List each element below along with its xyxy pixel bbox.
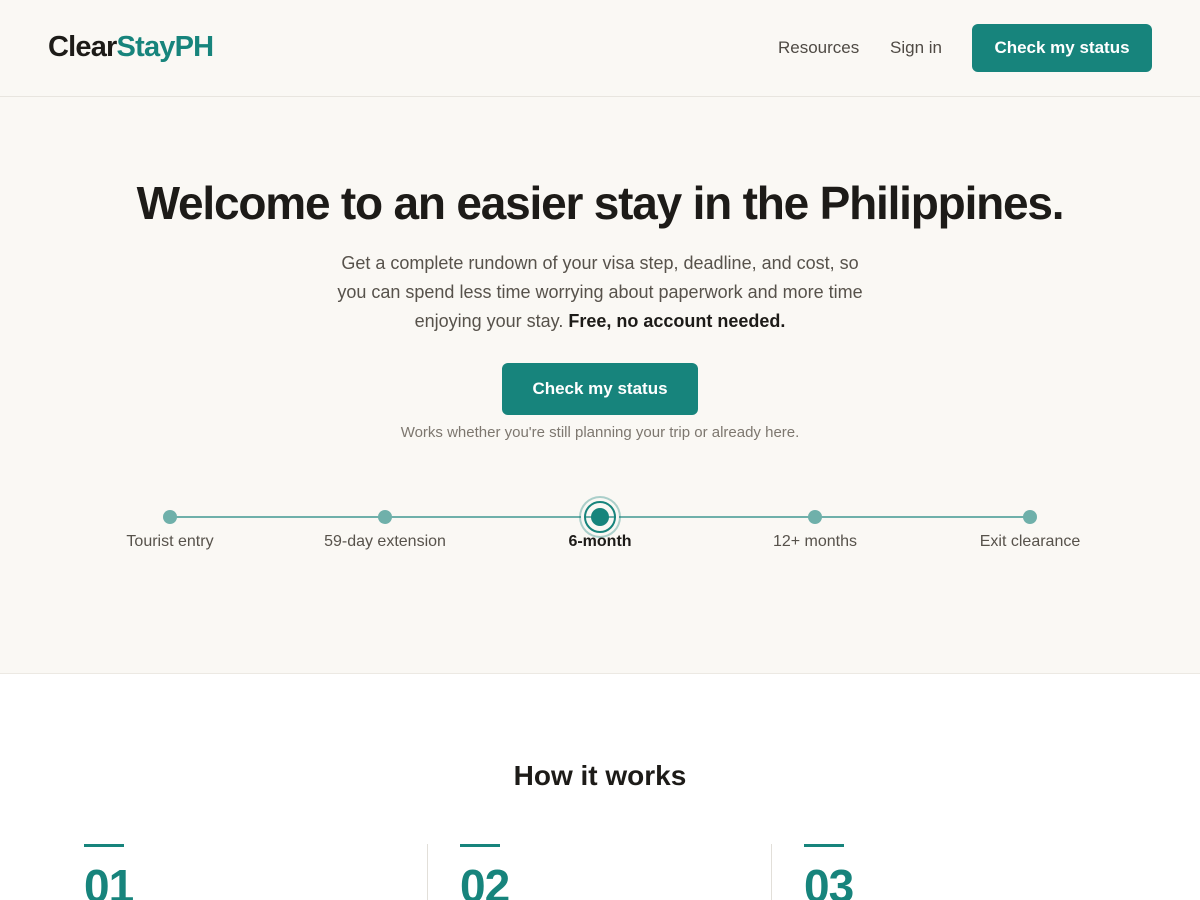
step-accent-rule — [804, 844, 844, 847]
step-accent-rule — [460, 844, 500, 847]
timeline-step-label: 6-month — [568, 533, 632, 550]
step-number: 03 — [804, 860, 854, 900]
nav-sign-in-link[interactable]: Sign in — [890, 37, 942, 59]
site-header: ClearStayPH Resources Sign in Check my s… — [0, 0, 1200, 97]
logo[interactable]: ClearStayPH — [48, 29, 215, 65]
how-step-1: 01 — [84, 844, 384, 900]
timeline-step-12-months[interactable]: 12+ months — [715, 487, 915, 567]
timeline-step-tourist-entry[interactable]: Tourist entry — [70, 487, 270, 567]
timeline-step-label: Tourist entry — [126, 533, 214, 550]
timeline-step-label: 12+ months — [772, 533, 858, 550]
step-divider — [427, 844, 428, 900]
step-number: 01 — [84, 860, 134, 900]
nav-resources-link[interactable]: Resources — [778, 37, 859, 59]
timeline-step-exit-clearance[interactable]: Exit clearance — [930, 487, 1130, 567]
how-step-3: 03 — [804, 844, 1104, 900]
step-divider — [771, 844, 772, 900]
timeline-step-59-day-extension[interactable]: 59-day extension — [285, 487, 485, 567]
hero-note: Works whether you're still planning your… — [400, 424, 800, 441]
timeline-step-label: Exit clearance — [979, 533, 1081, 550]
timeline-dot-active[interactable] — [584, 501, 616, 533]
timeline-dot[interactable] — [808, 510, 822, 524]
hero-subtitle-emphasis: Free, no account needed. — [568, 311, 786, 331]
logo-text-clear: Clear — [48, 31, 117, 63]
hero-check-status-button[interactable]: Check my status — [502, 363, 698, 415]
visa-timeline: Tourist entry 59-day extension 6-month 1… — [0, 487, 1200, 567]
how-it-works-title: How it works — [513, 760, 687, 791]
timeline-dot[interactable] — [163, 510, 177, 524]
header-check-status-button[interactable]: Check my status — [972, 24, 1152, 72]
step-accent-rule — [84, 844, 124, 847]
timeline-step-label: 59-day extension — [324, 533, 446, 550]
timeline-dot[interactable] — [1023, 510, 1037, 524]
how-step-2: 02 — [460, 844, 740, 900]
timeline-step-6-month[interactable]: 6-month — [500, 487, 700, 567]
timeline-dot[interactable] — [378, 510, 392, 524]
step-number: 02 — [460, 860, 510, 900]
hero-subtitle: Get a complete rundown of your visa step… — [330, 249, 870, 336]
hero-section: Welcome to an easier stay in the Philipp… — [0, 97, 1200, 674]
logo-text-stayph: StayPH — [116, 31, 215, 63]
hero-title: Welcome to an easier stay in the Philipp… — [136, 177, 1065, 229]
